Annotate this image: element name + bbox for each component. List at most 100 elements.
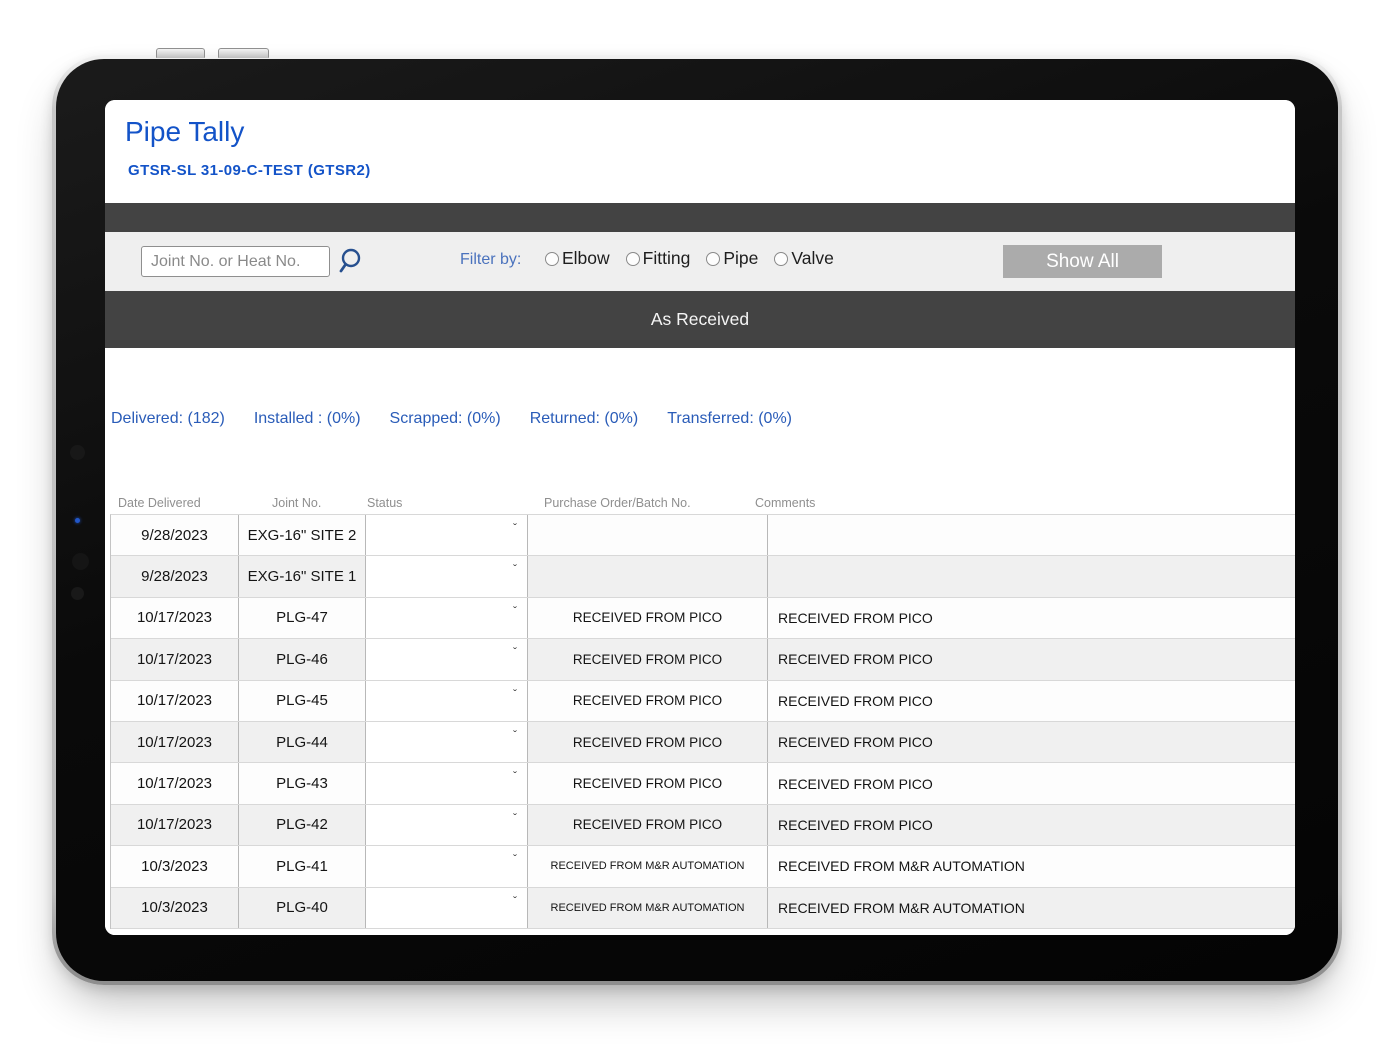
radio-circle-icon[interactable] (706, 252, 720, 266)
page-title: Pipe Tally (125, 116, 244, 148)
radio-label: Pipe (723, 248, 758, 269)
cell-joint-no: PLG-40 (239, 888, 366, 928)
chevron-down-icon: ˇ (513, 729, 517, 741)
sensor-icon (72, 553, 89, 570)
cell-purchase-order: RECEIVED FROM PICO (528, 598, 768, 638)
cell-date-delivered: 10/3/2023 (111, 888, 239, 928)
cell-comments: RECEIVED FROM M&R AUTOMATION (768, 846, 1295, 886)
radio-pipe[interactable]: Pipe (706, 248, 758, 269)
chevron-down-icon: ˇ (513, 688, 517, 700)
cell-joint-no: PLG-42 (239, 805, 366, 845)
app-screen: Pipe Tally GTSR-SL 31-09-C-TEST (GTSR2) … (105, 100, 1295, 935)
cell-joint-no: EXG-16" SITE 1 (239, 556, 366, 596)
cell-comments: RECEIVED FROM PICO (768, 681, 1295, 721)
cell-date-delivered: 10/3/2023 (111, 846, 239, 886)
cell-joint-no: PLG-41 (239, 846, 366, 886)
radio-valve[interactable]: Valve (774, 248, 833, 269)
cell-purchase-order: RECEIVED FROM M&R AUTOMATION (528, 846, 768, 886)
cell-comments: RECEIVED FROM M&R AUTOMATION (768, 888, 1295, 928)
cell-comments: RECEIVED FROM PICO (768, 805, 1295, 845)
cell-joint-no: EXG-16" SITE 2 (239, 515, 366, 555)
table-row: 10/17/2023 PLG-42 ˇ RECEIVED FROM PICO R… (111, 805, 1295, 846)
radio-circle-icon[interactable] (626, 252, 640, 266)
stat-installed: Installed : (0%) (254, 410, 361, 428)
app-header: Pipe Tally GTSR-SL 31-09-C-TEST (GTSR2) (105, 100, 1295, 203)
table-row: 10/3/2023 PLG-40 ˇ RECEIVED FROM M&R AUT… (111, 888, 1295, 929)
cell-purchase-order: RECEIVED FROM M&R AUTOMATION (528, 888, 768, 928)
status-select[interactable]: ˇ (366, 681, 528, 721)
cell-joint-no: PLG-47 (239, 598, 366, 638)
stat-returned: Returned: (0%) (530, 410, 639, 428)
chevron-down-icon: ˇ (513, 522, 517, 534)
status-select[interactable]: ˇ (366, 722, 528, 762)
radio-circle-icon[interactable] (774, 252, 788, 266)
section-header-bar: As Received (105, 291, 1295, 348)
cell-purchase-order (528, 556, 768, 596)
project-name: GTSR-SL 31-09-C-TEST (GTSR2) (128, 162, 371, 179)
status-select[interactable]: ˇ (366, 805, 528, 845)
section-title: As Received (651, 309, 749, 330)
filter-toolbar: Filter by: Elbow Fitting Pipe (105, 232, 1295, 291)
status-select[interactable]: ˇ (366, 763, 528, 803)
status-select[interactable]: ˇ (366, 598, 528, 638)
page-background: Pipe Tally GTSR-SL 31-09-C-TEST (GTSR2) … (0, 0, 1400, 1050)
chevron-down-icon: ˇ (513, 770, 517, 782)
stat-delivered: Delivered: (182) (111, 410, 225, 428)
chevron-down-icon: ˇ (513, 895, 517, 907)
filter-by-label: Filter by: (460, 251, 521, 269)
table-body: 9/28/2023 EXG-16" SITE 2 ˇ 9/28/2023 EXG… (111, 515, 1295, 929)
status-select[interactable]: ˇ (366, 888, 528, 928)
cell-joint-no: PLG-44 (239, 722, 366, 762)
tablet-frame: Pipe Tally GTSR-SL 31-09-C-TEST (GTSR2) … (52, 55, 1342, 985)
cell-date-delivered: 10/17/2023 (111, 722, 239, 762)
radio-circle-icon[interactable] (545, 252, 559, 266)
cell-date-delivered: 10/17/2023 (111, 763, 239, 803)
column-header-joint-no: Joint No. (272, 496, 321, 510)
filter-radio-group: Elbow Fitting Pipe Valve (545, 248, 834, 269)
radio-label: Elbow (562, 248, 610, 269)
sensor-icon (71, 587, 84, 600)
radio-label: Valve (791, 248, 833, 269)
cell-joint-no: PLG-43 (239, 763, 366, 803)
cell-date-delivered: 10/17/2023 (111, 805, 239, 845)
table-row: 10/3/2023 PLG-41 ˇ RECEIVED FROM M&R AUT… (111, 846, 1295, 887)
status-select[interactable]: ˇ (366, 846, 528, 886)
cell-purchase-order (528, 515, 768, 555)
cell-comments: RECEIVED FROM PICO (768, 722, 1295, 762)
radio-elbow[interactable]: Elbow (545, 248, 610, 269)
camera-indicator-icon (75, 518, 80, 523)
volume-down-button (218, 48, 269, 58)
radio-label: Fitting (643, 248, 691, 269)
show-all-button[interactable]: Show All (1003, 245, 1162, 278)
table-row: 9/28/2023 EXG-16" SITE 2 ˇ (111, 515, 1295, 556)
radio-fitting[interactable]: Fitting (626, 248, 691, 269)
cell-comments: RECEIVED FROM PICO (768, 763, 1295, 803)
table-row: 10/17/2023 PLG-45 ˇ RECEIVED FROM PICO R… (111, 681, 1295, 722)
cell-date-delivered: 10/17/2023 (111, 639, 239, 679)
cell-purchase-order: RECEIVED FROM PICO (528, 639, 768, 679)
magnifier-icon (336, 247, 364, 275)
cell-purchase-order: RECEIVED FROM PICO (528, 722, 768, 762)
search-button[interactable] (335, 247, 365, 277)
table-row: 10/17/2023 PLG-46 ˇ RECEIVED FROM PICO R… (111, 639, 1295, 680)
camera-icon (70, 445, 85, 460)
column-header-comments: Comments (755, 496, 815, 510)
cell-date-delivered: 10/17/2023 (111, 681, 239, 721)
column-header-purchase-order: Purchase Order/Batch No. (544, 496, 691, 510)
chevron-down-icon: ˇ (513, 605, 517, 617)
cell-purchase-order: RECEIVED FROM PICO (528, 681, 768, 721)
table-row: 10/17/2023 PLG-43 ˇ RECEIVED FROM PICO R… (111, 763, 1295, 804)
search-input[interactable] (141, 246, 330, 277)
cell-purchase-order: RECEIVED FROM PICO (528, 805, 768, 845)
cell-comments: RECEIVED FROM PICO (768, 639, 1295, 679)
column-header-date-delivered: Date Delivered (118, 496, 201, 510)
status-select[interactable]: ˇ (366, 639, 528, 679)
table-row: 10/17/2023 PLG-44 ˇ RECEIVED FROM PICO R… (111, 722, 1295, 763)
cell-purchase-order: RECEIVED FROM PICO (528, 763, 768, 803)
cell-date-delivered: 9/28/2023 (111, 556, 239, 596)
chevron-down-icon: ˇ (513, 563, 517, 575)
status-select[interactable]: ˇ (366, 515, 528, 555)
content-area: Delivered: (182) Installed : (0%) Scrapp… (105, 348, 1295, 935)
status-select[interactable]: ˇ (366, 556, 528, 596)
cell-comments (768, 515, 1295, 555)
